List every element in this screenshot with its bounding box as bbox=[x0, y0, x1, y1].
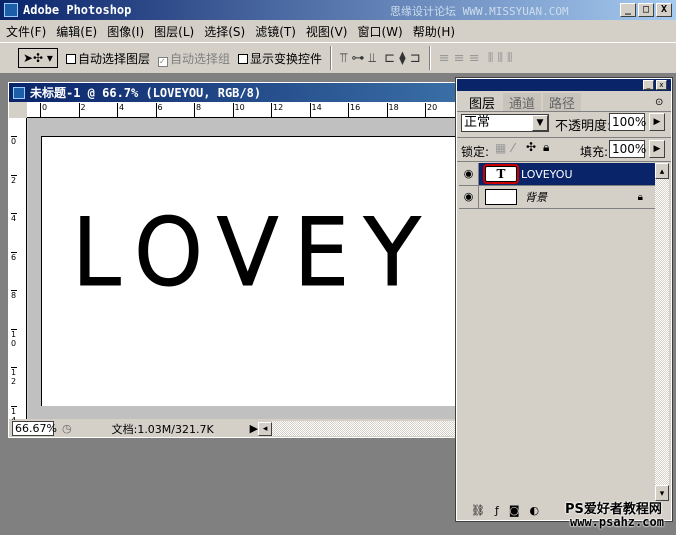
move-tool-preset[interactable]: ➤✣ ▾ bbox=[18, 48, 58, 68]
status-menu-arrow-icon[interactable]: ▶ bbox=[250, 422, 258, 435]
layer-row-loveyou[interactable]: ◉ T LOVEYOU bbox=[459, 163, 655, 186]
tab-layers[interactable]: 图层 bbox=[463, 93, 502, 112]
ruler-top-label: 16 bbox=[348, 103, 360, 118]
menu-layer[interactable]: 图层(L) bbox=[154, 23, 194, 40]
menu-select[interactable]: 选择(S) bbox=[204, 23, 245, 40]
canvas[interactable]: LOVEY bbox=[41, 136, 455, 406]
ruler-top-label: 18 bbox=[386, 103, 399, 118]
layer-name[interactable]: 背景 bbox=[525, 189, 638, 205]
ruler-top-label: 2 bbox=[78, 103, 86, 118]
ruler-left-label: 12 bbox=[11, 367, 17, 386]
options-bar: ➤✣ ▾ 自动选择图层 ✓ 自动选择组 显示变换控件 ⫪ ⊶ ⫫ ⊏ ⧫ ⊐ ≡ … bbox=[0, 42, 676, 74]
scroll-left-button[interactable]: ◂ bbox=[258, 421, 273, 436]
layer-mask-icon[interactable]: ◙ bbox=[509, 504, 520, 517]
menu-file[interactable]: 文件(F) bbox=[6, 23, 46, 40]
auto-select-layer-checkbox[interactable]: 自动选择图层 bbox=[65, 50, 150, 67]
menu-view[interactable]: 视图(V) bbox=[306, 23, 348, 40]
divider bbox=[428, 46, 431, 70]
ruler-left-label: 10 bbox=[11, 328, 17, 348]
lock-all-icon[interactable]: 🔒︎ bbox=[543, 140, 549, 155]
ruler-top-label: 20 bbox=[425, 103, 437, 118]
canvas-area[interactable]: LOVEY bbox=[28, 118, 455, 419]
lock-position-move-icon[interactable]: ✣ bbox=[526, 140, 536, 154]
tab-paths[interactable]: 路径 bbox=[543, 93, 582, 112]
app-title: Adobe Photoshop bbox=[23, 3, 132, 17]
ruler-top-label: 14 bbox=[309, 103, 322, 118]
watermark-top: 思缘设计论坛 WWW.MISSYUAN.COM bbox=[390, 5, 569, 18]
zoom-field[interactable]: 66.67% bbox=[12, 421, 57, 436]
lock-label: 锁定: bbox=[461, 145, 490, 159]
blend-mode-select[interactable]: 正常 ▼ bbox=[461, 114, 549, 132]
status-bar: 66.67% ◷ 文档:1.03M/321.7K ▶ ◂ bbox=[9, 420, 455, 437]
lock-transparent-icon[interactable]: ▦ bbox=[495, 141, 506, 155]
document-icon bbox=[13, 86, 25, 99]
menu-bar: 文件(F) 编辑(E) 图像(I) 图层(L) 选择(S) 滤镜(T) 视图(V… bbox=[0, 20, 676, 42]
chevron-down-icon: ▼ bbox=[532, 115, 548, 131]
menu-filter[interactable]: 滤镜(T) bbox=[255, 23, 296, 40]
ruler-top: 0 2 4 6 8 10 12 14 16 18 20 bbox=[27, 102, 455, 118]
menu-edit[interactable]: 编辑(E) bbox=[56, 23, 97, 40]
minimize-button[interactable]: _ bbox=[620, 3, 636, 17]
tab-channels[interactable]: 通道 bbox=[503, 93, 542, 112]
menu-image[interactable]: 图像(I) bbox=[107, 23, 144, 40]
ruler-left-label: 8 bbox=[11, 290, 17, 300]
fill-label: 填充: bbox=[580, 145, 609, 159]
ruler-top-label: 10 bbox=[232, 103, 245, 118]
ruler-top-label: 12 bbox=[271, 103, 283, 118]
layer-name[interactable]: LOVEYOU bbox=[521, 168, 573, 181]
ruler-top-label: 0 bbox=[40, 103, 47, 118]
opacity-slider-button[interactable]: ▶ bbox=[649, 113, 665, 131]
ruler-left-label: 4 bbox=[11, 213, 17, 223]
adjustment-layer-icon[interactable]: ◐ bbox=[530, 504, 540, 517]
status-info-icon[interactable]: ◷ bbox=[62, 422, 72, 435]
maximize-button[interactable]: □ bbox=[638, 3, 654, 17]
text-layer-thumbnail[interactable]: T bbox=[483, 164, 519, 184]
panel-close-button[interactable]: x bbox=[656, 80, 667, 90]
link-layers-icon[interactable]: ⛓ bbox=[471, 504, 485, 517]
layers-scrollbar[interactable]: ▴ ▾ bbox=[655, 163, 669, 501]
layers-panel: _ x 图层 通道 路径 ⊙ 正常 ▼ 不透明度: 100% ▶ 锁定: ▦ ⁄ … bbox=[455, 77, 673, 522]
opacity-field[interactable]: 100% bbox=[609, 113, 646, 131]
lock-icon: 🔒︎ bbox=[637, 191, 643, 203]
app-titlebar: Adobe Photoshop 思缘设计论坛 WWW.MISSYUAN.COM … bbox=[0, 0, 676, 20]
ruler-left-label: 6 bbox=[11, 251, 17, 262]
document-title: 未标题-1 @ 66.7% (LOVEYOU, RGB/8) bbox=[30, 86, 262, 100]
menu-window[interactable]: 窗口(W) bbox=[357, 23, 402, 40]
lock-paint-brush-icon[interactable]: ⁄ bbox=[512, 141, 514, 155]
photoshop-icon bbox=[4, 3, 18, 17]
visibility-eye-icon[interactable]: ◉ bbox=[459, 186, 479, 208]
panel-titlebar[interactable]: _ x bbox=[457, 79, 671, 91]
fill-field[interactable]: 100% bbox=[609, 140, 646, 158]
document-window: 未标题-1 @ 66.7% (LOVEYOU, RGB/8) 0 2 4 6 8 10 12… bbox=[8, 82, 456, 438]
distribute-buttons[interactable]: ≡ ≡ ≡ ⫴ ⫴ ⫴ bbox=[439, 51, 513, 66]
ruler-left: 02468101214 bbox=[9, 118, 27, 425]
panel-minimize-button[interactable]: _ bbox=[643, 80, 654, 90]
panel-menu-icon[interactable]: ⊙ bbox=[655, 97, 663, 108]
opacity-label: 不透明度: bbox=[555, 119, 612, 134]
ruler-left-label: 0 bbox=[11, 136, 17, 146]
horizontal-scrollbar[interactable] bbox=[272, 421, 455, 436]
close-button[interactable]: X bbox=[656, 3, 672, 17]
fill-slider-button[interactable]: ▶ bbox=[649, 140, 665, 158]
ruler-top-label: 6 bbox=[155, 103, 163, 118]
layer-thumbnail[interactable] bbox=[485, 189, 517, 205]
canvas-text-loveyou: LOVEY bbox=[69, 201, 436, 304]
document-titlebar[interactable]: 未标题-1 @ 66.7% (LOVEYOU, RGB/8) bbox=[9, 83, 455, 102]
align-buttons[interactable]: ⫪ ⊶ ⫫ ⊏ ⧫ ⊐ bbox=[340, 51, 421, 66]
divider bbox=[330, 46, 332, 70]
doc-info: 文档:1.03M/321.7K bbox=[111, 422, 214, 436]
layer-style-fx-icon[interactable]: ƒ bbox=[495, 504, 499, 517]
watermark-bottom-line2: www.psahz.com bbox=[570, 515, 664, 529]
scroll-up-button[interactable]: ▴ bbox=[655, 163, 669, 179]
show-transform-checkbox[interactable]: 显示变换控件 bbox=[237, 50, 322, 67]
ruler-left-label: 2 bbox=[11, 174, 17, 185]
layer-row-background[interactable]: ◉ 背景 🔒︎ bbox=[459, 186, 655, 209]
visibility-eye-icon[interactable]: ◉ bbox=[459, 163, 479, 185]
ruler-top-label: 8 bbox=[194, 103, 201, 118]
ruler-top-label: 4 bbox=[117, 103, 124, 118]
auto-select-group-checkbox[interactable]: ✓ 自动选择组 bbox=[157, 50, 230, 67]
menu-help[interactable]: 帮助(H) bbox=[413, 23, 455, 40]
